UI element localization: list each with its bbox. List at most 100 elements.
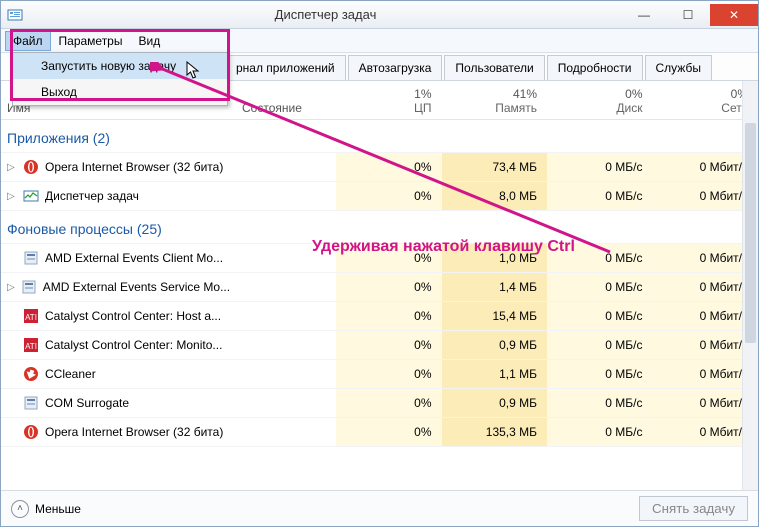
expander-icon[interactable]: ▷ (7, 191, 17, 202)
process-state (236, 302, 336, 331)
disk-cell: 0 МБ/с (547, 331, 653, 360)
table-row[interactable]: COM Surrogate0%0,9 МБ0 МБ/с0 Мбит/с (1, 389, 758, 418)
file-menu-dropdown: Запустить новую задачу Выход (12, 52, 228, 106)
process-state (236, 273, 336, 302)
disk-cell: 0 МБ/с (547, 418, 653, 447)
maximize-button[interactable]: ☐ (666, 4, 710, 26)
memory-cell: 1,0 МБ (442, 244, 548, 273)
tab-startup[interactable]: Автозагрузка (348, 55, 443, 80)
tab-users[interactable]: Пользователи (444, 55, 544, 80)
process-name: COM Surrogate (45, 396, 129, 410)
process-icon (23, 366, 39, 382)
process-table: Имя Состояние 1%ЦП 41%Память 0%Диск 0%Се… (1, 81, 758, 447)
process-name: AMD External Events Client Mo... (45, 251, 223, 265)
menu-options[interactable]: Параметры (51, 31, 131, 51)
col-cpu[interactable]: 1%ЦП (336, 81, 442, 120)
table-row[interactable]: ATICatalyst Control Center: Monito...0%0… (1, 331, 758, 360)
cpu-cell: 0% (336, 244, 442, 273)
content-area: Имя Состояние 1%ЦП 41%Память 0%Диск 0%Се… (1, 81, 758, 490)
fewer-details-button[interactable]: ˄ Меньше (11, 500, 81, 518)
menu-file[interactable]: Файл (5, 31, 51, 51)
window-title: Диспетчер задач (29, 7, 622, 22)
group-header: Фоновые процессы (25) (1, 211, 758, 244)
disk-cell: 0 МБ/с (547, 273, 653, 302)
disk-cell: 0 МБ/с (547, 182, 653, 211)
disk-cell: 0 МБ/с (547, 244, 653, 273)
table-row[interactable]: ▷ AMD External Events Service Mo... 0%1,4 … (1, 273, 758, 302)
cpu-cell: 0% (336, 418, 442, 447)
table-row[interactable]: ATI Catalyst Control Center: Host a... 0%1… (1, 302, 758, 331)
close-button[interactable]: ✕ (710, 4, 758, 26)
process-icon (23, 424, 39, 440)
memory-cell: 1,4 МБ (442, 273, 548, 302)
fewer-details-label: Меньше (35, 502, 81, 516)
process-state (236, 244, 336, 273)
tab-app-history[interactable]: рнал приложений (225, 55, 346, 80)
process-icon (23, 188, 39, 204)
tab-services[interactable]: Службы (645, 55, 712, 80)
table-row[interactable]: AMD External Events Client Mo... 0%1,0 МБ… (1, 244, 758, 273)
memory-cell: 135,3 МБ (442, 418, 548, 447)
process-name: AMD External Events Service Mo... (43, 280, 230, 294)
disk-cell: 0 МБ/с (547, 302, 653, 331)
process-icon: ATI (23, 337, 39, 353)
memory-cell: 73,4 МБ (442, 153, 548, 182)
app-icon (7, 7, 23, 23)
group-title: Фоновые процессы (25) (1, 211, 758, 244)
group-header: Приложения (2) (1, 120, 758, 153)
process-icon (21, 279, 37, 295)
cpu-cell: 0% (336, 273, 442, 302)
titlebar: Диспетчер задач — ☐ ✕ (1, 1, 758, 29)
process-state (236, 153, 336, 182)
footer: ˄ Меньше Снять задачу (1, 490, 758, 526)
disk-cell: 0 МБ/с (547, 360, 653, 389)
tab-details[interactable]: Подробности (547, 55, 643, 80)
memory-cell: 8,0 МБ (442, 182, 548, 211)
disk-cell: 0 МБ/с (547, 153, 653, 182)
cpu-cell: 0% (336, 182, 442, 211)
process-name: Opera Internet Browser (32 бита) (45, 425, 223, 439)
table-row[interactable]: ▷Диспетчер задач0%8,0 МБ0 МБ/с0 Мбит/с (1, 182, 758, 211)
svg-text:ATI: ATI (25, 313, 37, 322)
process-state (236, 360, 336, 389)
window-controls: — ☐ ✕ (622, 4, 758, 26)
table-row[interactable]: CCleaner0%1,1 МБ0 МБ/с0 Мбит/с (1, 360, 758, 389)
cpu-cell: 0% (336, 360, 442, 389)
process-name: CCleaner (45, 367, 96, 381)
cpu-cell: 0% (336, 389, 442, 418)
process-name: Opera Internet Browser (32 бита) (45, 160, 223, 174)
menu-exit[interactable]: Выход (13, 79, 227, 105)
process-state (236, 331, 336, 360)
process-name: Диспетчер задач (45, 189, 139, 203)
cpu-cell: 0% (336, 302, 442, 331)
memory-cell: 0,9 МБ (442, 331, 548, 360)
cpu-cell: 0% (336, 153, 442, 182)
menu-run-new-task[interactable]: Запустить новую задачу (13, 53, 227, 79)
col-state[interactable]: Состояние (236, 81, 336, 120)
process-state (236, 389, 336, 418)
process-icon: ATI (23, 308, 39, 324)
process-name: Catalyst Control Center: Host a... (45, 309, 221, 323)
menubar: Файл Параметры Вид (1, 29, 758, 53)
menu-view[interactable]: Вид (130, 31, 168, 51)
cpu-cell: 0% (336, 331, 442, 360)
col-disk[interactable]: 0%Диск (547, 81, 653, 120)
end-task-button[interactable]: Снять задачу (639, 496, 748, 521)
chevron-up-icon: ˄ (11, 500, 29, 518)
table-row[interactable]: Opera Internet Browser (32 бита) 0%135,3 … (1, 418, 758, 447)
scrollbar-thumb[interactable] (745, 123, 756, 343)
process-name: Catalyst Control Center: Monito... (45, 338, 222, 352)
process-state (236, 418, 336, 447)
memory-cell: 1,1 МБ (442, 360, 548, 389)
process-state (236, 182, 336, 211)
col-memory[interactable]: 41%Память (442, 81, 548, 120)
group-title: Приложения (2) (1, 120, 758, 153)
minimize-button[interactable]: — (622, 4, 666, 26)
expander-icon[interactable]: ▷ (7, 162, 17, 173)
vertical-scrollbar[interactable] (742, 81, 758, 490)
table-row[interactable]: ▷ Opera Internet Browser (32 бита) 0%73,4 … (1, 153, 758, 182)
expander-icon[interactable]: ▷ (7, 282, 15, 293)
memory-cell: 15,4 МБ (442, 302, 548, 331)
disk-cell: 0 МБ/с (547, 389, 653, 418)
svg-text:ATI: ATI (25, 342, 37, 351)
